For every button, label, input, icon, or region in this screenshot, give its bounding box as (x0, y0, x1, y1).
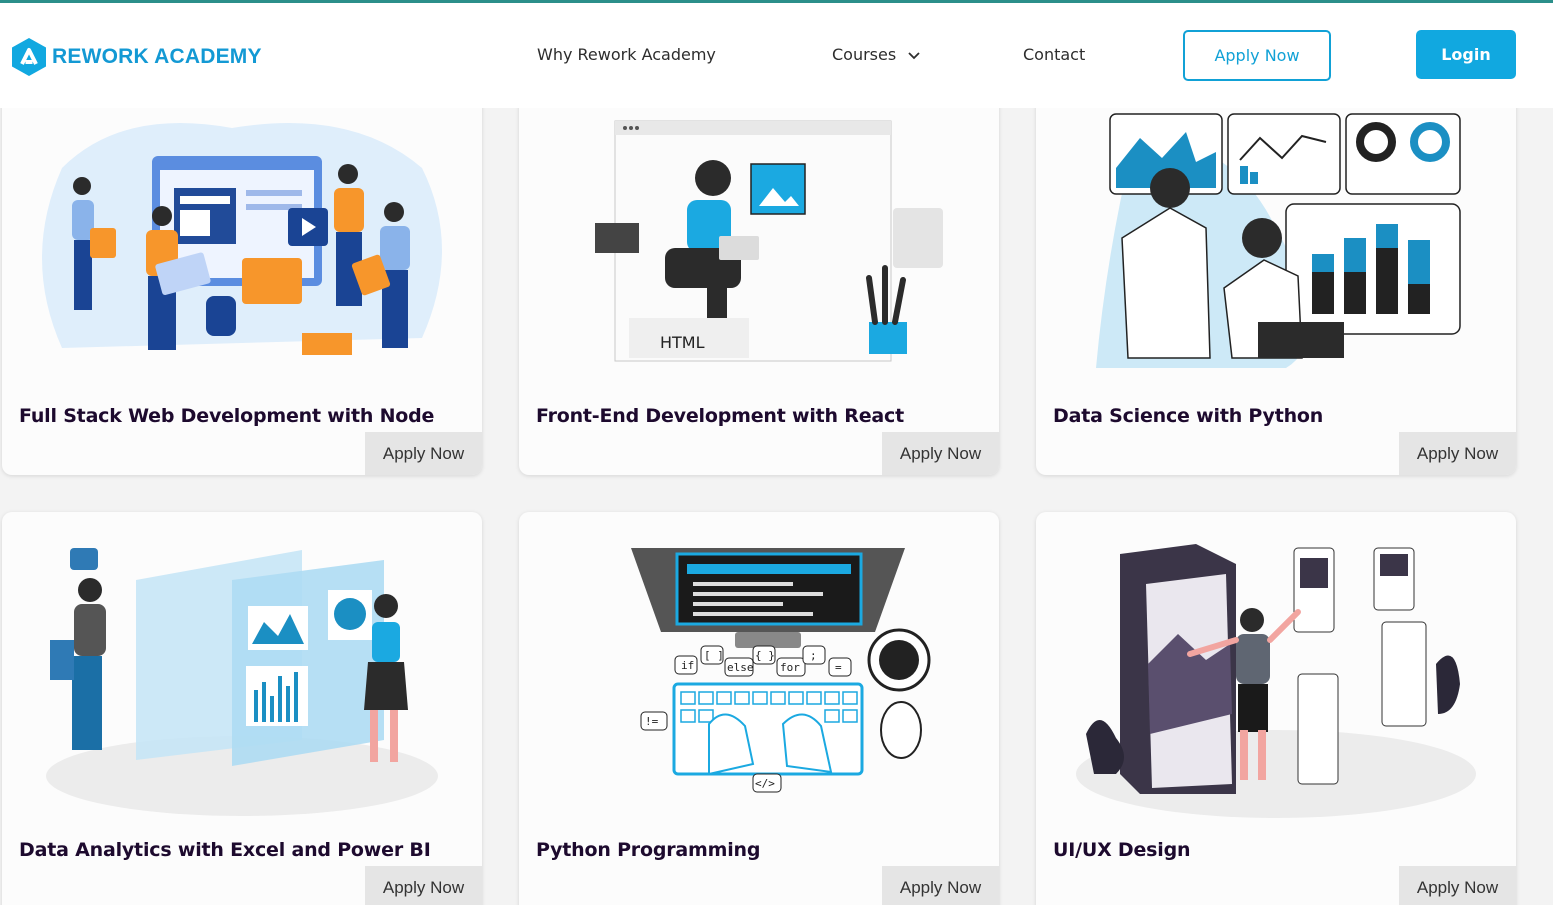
nav-courses[interactable]: Courses (832, 45, 921, 64)
team-web-development-illustration (42, 123, 442, 355)
course-apply-button[interactable]: Apply Now (365, 866, 482, 905)
coding-keyboard-illustration: if [ ] else { } for ; = != </> (631, 548, 931, 793)
course-title: Full Stack Web Development with Node (19, 405, 435, 427)
mobile-ui-design-illustration (1076, 544, 1476, 818)
logo-hexagon-icon (12, 38, 46, 76)
course-title: UI/UX Design (1053, 839, 1191, 861)
nav-contact[interactable]: Contact (1023, 45, 1085, 64)
code-keyword: { } (755, 649, 775, 662)
chevron-down-icon (908, 51, 920, 59)
course-title: Python Programming (536, 839, 761, 861)
course-title: Data Science with Python (1053, 405, 1324, 427)
nav-why-rework[interactable]: Why Rework Academy (537, 45, 716, 64)
course-apply-button[interactable]: Apply Now (1399, 866, 1516, 905)
nav-courses-label: Courses (832, 45, 897, 64)
course-title: Front-End Development with React (536, 405, 904, 427)
code-keyword: </> (755, 777, 775, 790)
code-keyword: = (835, 661, 842, 674)
logo-text: REWORK ACADEMY (52, 45, 262, 68)
html-developer-illustration: HTML (595, 120, 943, 362)
code-keyword: ; (810, 649, 817, 662)
course-card: Data Analytics with Excel and Power BI A… (2, 512, 482, 905)
logo[interactable]: REWORK ACADEMY (10, 37, 262, 77)
course-card: UI/UX Design Apply Now (1036, 512, 1516, 905)
course-card: Full Stack Web Development with Node App… (2, 80, 482, 475)
code-keyword: [ ] (704, 649, 724, 662)
course-apply-button[interactable]: Apply Now (1399, 432, 1516, 475)
code-keyword: if (681, 659, 694, 672)
course-apply-button[interactable]: Apply Now (882, 866, 999, 905)
data-scientists-dashboard-illustration (1096, 113, 1461, 368)
code-keyword: != (645, 715, 659, 728)
page: REWORK ACADEMY Why Rework Academy Course… (0, 0, 1553, 905)
course-apply-button[interactable]: Apply Now (365, 432, 482, 475)
course-apply-button[interactable]: Apply Now (882, 432, 999, 475)
course-card: if [ ] else { } for ; = != </> Python Pr… (519, 512, 999, 905)
login-button[interactable]: Login (1416, 30, 1516, 79)
code-keyword: else (727, 661, 754, 674)
course-card: Data Science with Python Apply Now (1036, 80, 1516, 475)
html-label: HTML (660, 333, 705, 352)
analytics-screens-illustration (46, 548, 438, 816)
code-keyword: for (780, 661, 800, 674)
site-header: REWORK ACADEMY Why Rework Academy Course… (0, 3, 1553, 108)
course-card: HTML Front-End Development with React Ap… (519, 80, 999, 475)
course-title: Data Analytics with Excel and Power BI (19, 839, 431, 861)
apply-now-button[interactable]: Apply Now (1183, 30, 1331, 81)
